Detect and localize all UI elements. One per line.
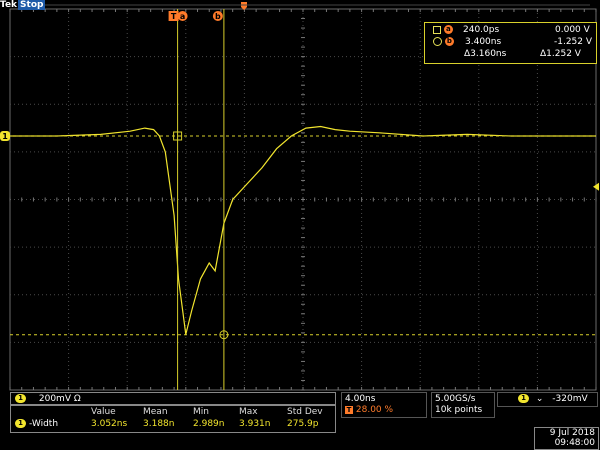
record-length: 10k points xyxy=(435,405,483,415)
stddev-cell: 275.9p xyxy=(287,419,319,429)
channel-1-ground-marker: 1 xyxy=(0,131,10,141)
cursor-readout: a 240.0ps 0.000 V b 3.400ns -1.252 V Δ3.… xyxy=(424,22,597,64)
measurement-table[interactable]: 1 -Width Value Mean Min Max Std Dev 3.05… xyxy=(10,404,336,433)
readout-row-a: a xyxy=(433,25,453,36)
brand-label: Tek Stop xyxy=(0,0,46,10)
header-value: Value xyxy=(91,407,116,417)
value-cell: 3.052ns xyxy=(91,419,128,429)
cursor-b-badge: b xyxy=(444,37,454,46)
oscilloscope-screen: 1 Tab xyxy=(0,2,599,391)
trigger-panel[interactable]: 1 ⌄ -320mV xyxy=(497,392,598,407)
delta-volt: Δ1.252 V xyxy=(540,49,581,59)
header-mean: Mean xyxy=(143,407,168,417)
cursor-a-volt: 0.000 V xyxy=(555,25,590,35)
cursor-b-marker: b xyxy=(215,12,221,21)
delta-time: Δ3.160ns xyxy=(464,49,507,59)
mean-cell: 3.188n xyxy=(143,419,175,429)
channel-1-badge: 1 xyxy=(15,394,26,403)
square-cursor-icon xyxy=(433,25,441,34)
measurement-channel-badge: 1 xyxy=(15,419,26,428)
cursor-a-badge: a xyxy=(443,25,453,34)
brand-name: Tek xyxy=(0,0,18,10)
time-label: 09:48:00 xyxy=(554,438,595,448)
min-cell: 2.989n xyxy=(193,419,225,429)
acquisition-panel[interactable]: 5.00GS/s 10k points xyxy=(431,392,495,418)
timebase-panel[interactable]: 4.00ns T 28.00 % xyxy=(341,392,427,418)
datetime-panel: 9 Jul 2018 09:48:00 xyxy=(534,427,599,450)
channel-scale: 200mV xyxy=(38,394,71,404)
trigger-channel-badge: 1 xyxy=(518,394,529,403)
time-scale: 4.00ns xyxy=(345,394,376,404)
cursor-b-volt: -1.252 V xyxy=(554,37,593,47)
circle-cursor-icon xyxy=(433,37,442,46)
header-max: Max xyxy=(239,407,258,417)
waveform-trace: 1 xyxy=(0,125,599,335)
cursor-a-time: 240.0ps xyxy=(463,25,500,35)
sample-rate: 5.00GS/s xyxy=(435,394,476,404)
header-stddev: Std Dev xyxy=(287,407,323,417)
measurement-name: -Width xyxy=(29,419,59,429)
channel-marker-label: 1 xyxy=(2,132,8,141)
falling-edge-icon: ⌄ xyxy=(535,394,544,404)
readout-row-b: b xyxy=(433,37,454,48)
header-min: Min xyxy=(193,407,209,417)
run-state[interactable]: Stop xyxy=(18,0,46,10)
trigger-position: T 28.00 % xyxy=(345,405,393,416)
trigger-level: -320mV xyxy=(552,394,588,404)
cursor-a-marker: a xyxy=(180,12,185,21)
max-cell: 3.931n xyxy=(239,419,271,429)
trigger-position-value: 28.00 % xyxy=(355,405,394,415)
cursor-b-time: 3.400ns xyxy=(465,37,502,47)
termination-icon: Ω xyxy=(73,394,81,404)
date-label: 9 Jul 2018 xyxy=(549,428,595,438)
trigger-position-icon: T xyxy=(345,406,353,414)
trigger-marker: T xyxy=(171,12,177,21)
graticule xyxy=(9,8,597,391)
